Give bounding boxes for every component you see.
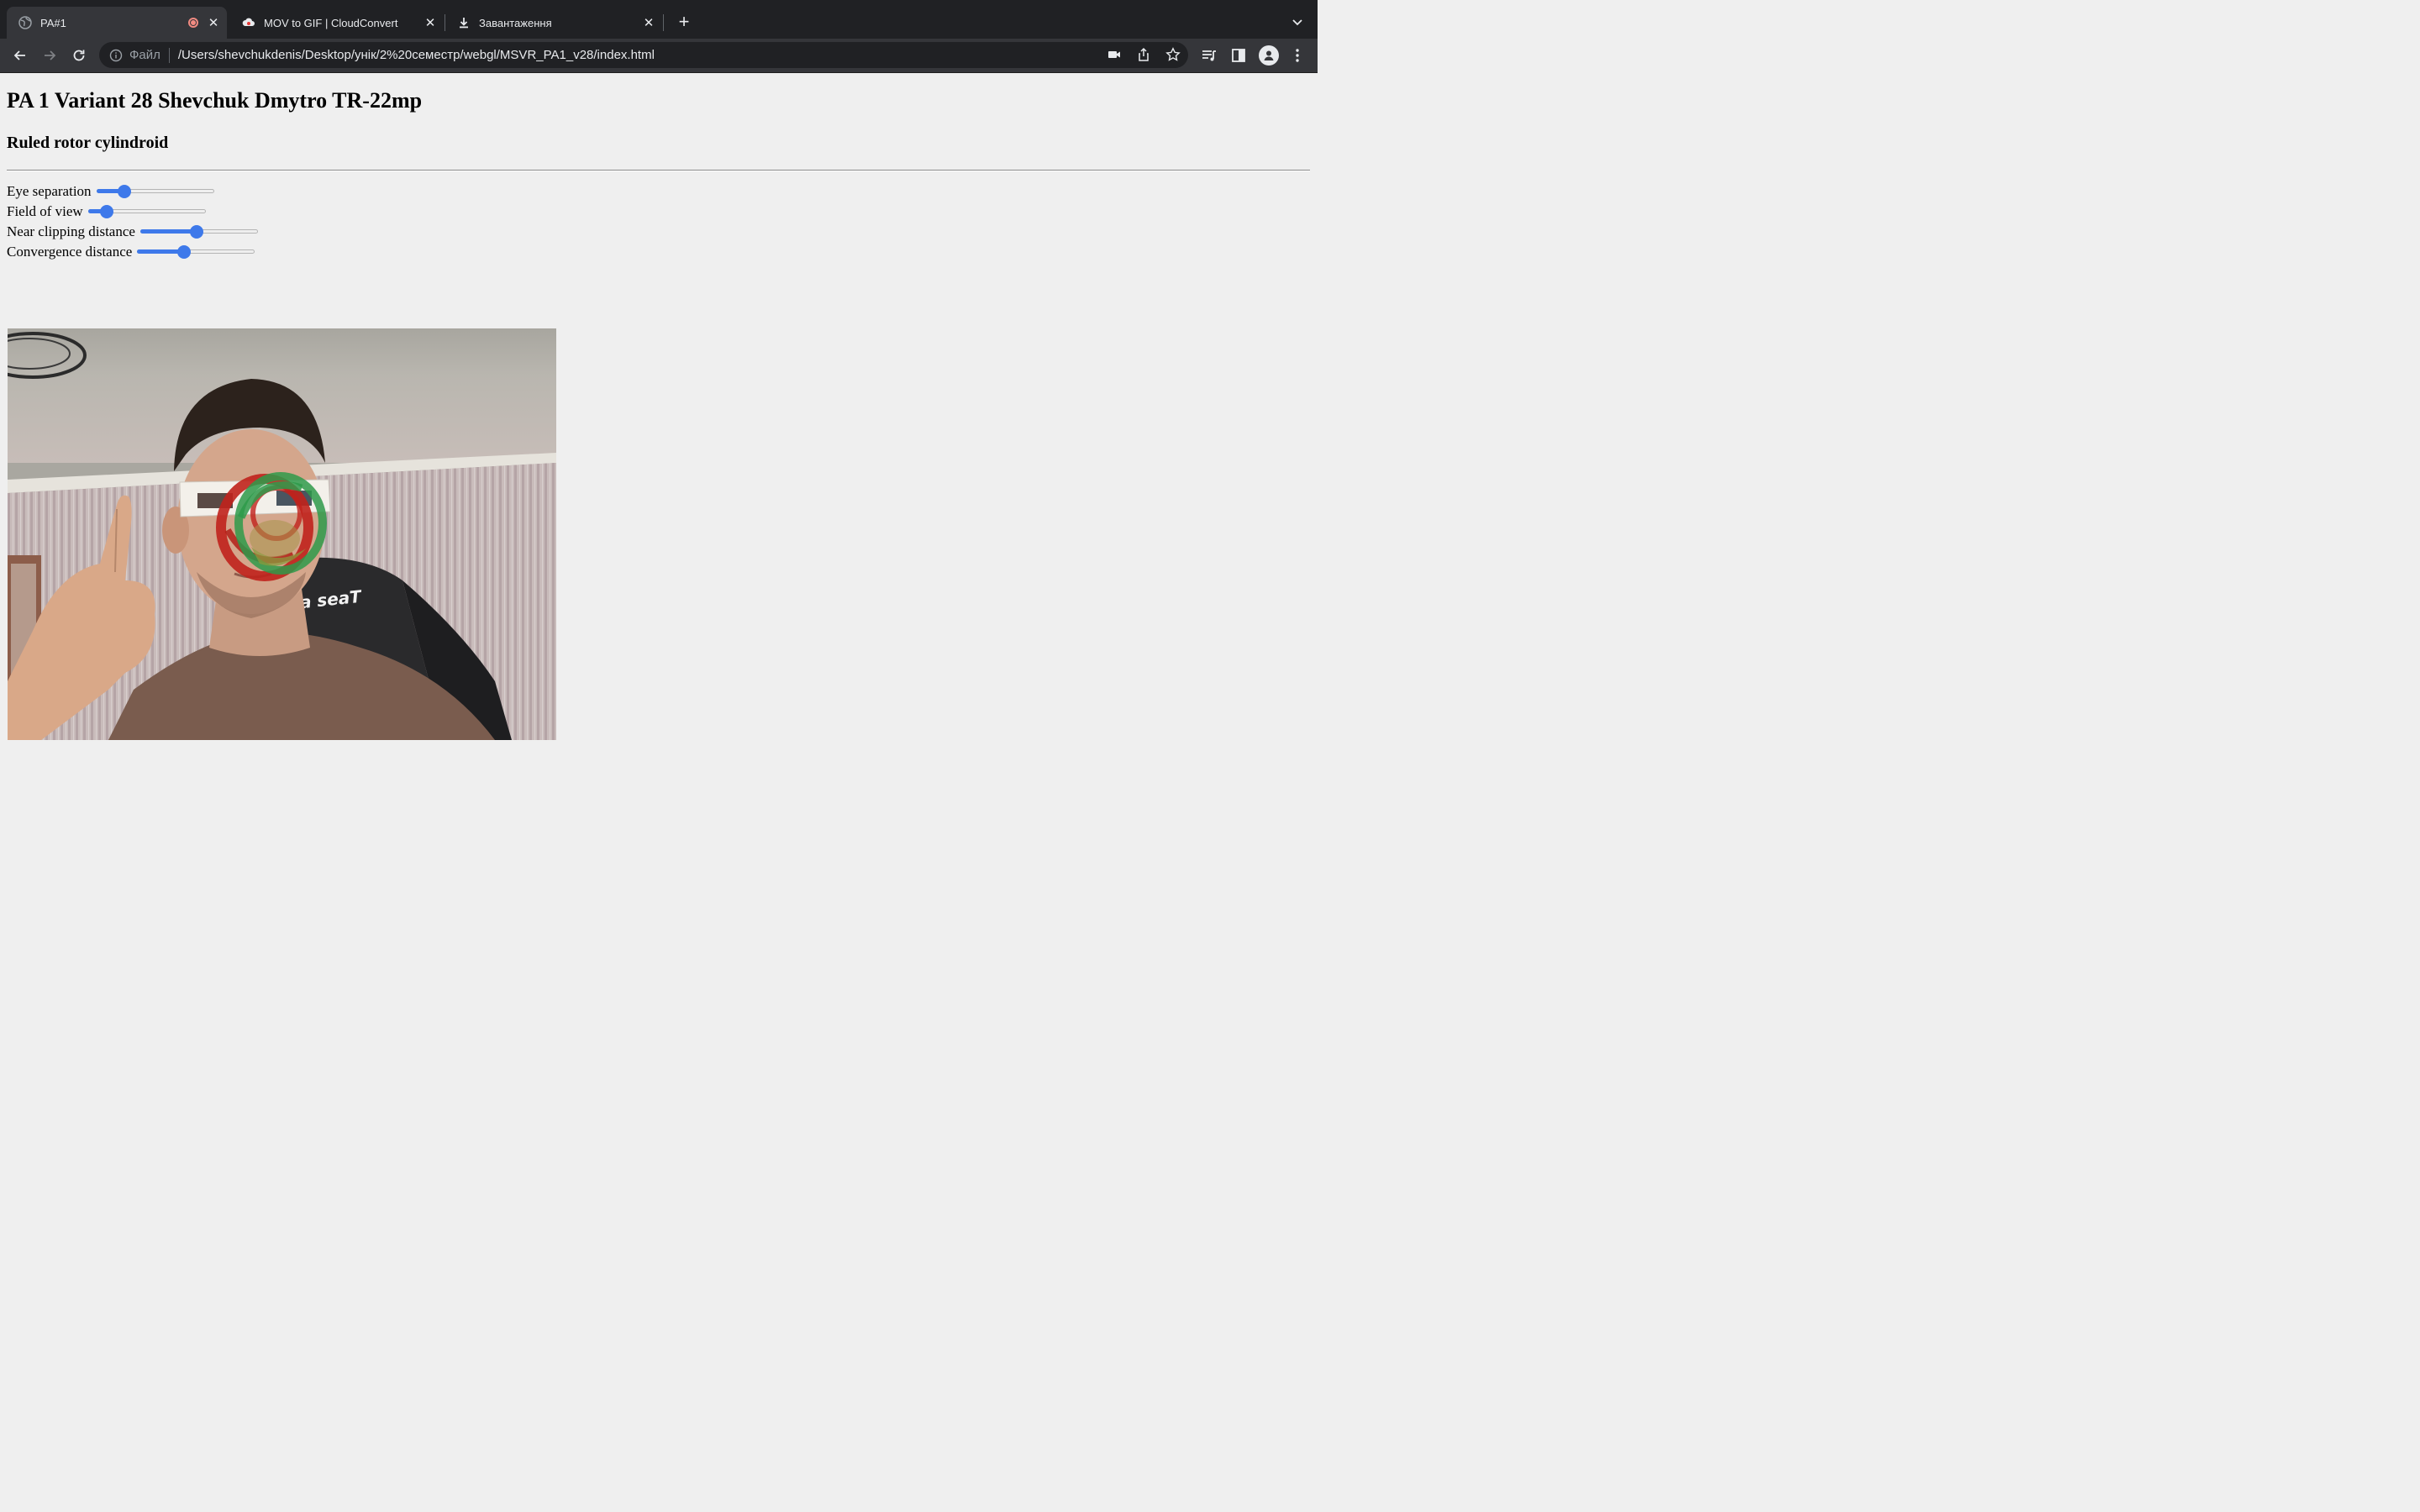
page-subtitle: Ruled rotor cylindroid <box>7 134 169 152</box>
webgl-canvas[interactable]: a seaT <box>8 328 556 740</box>
scheme-label: Файл <box>129 48 160 62</box>
eye-separation-control: Eye separation <box>7 181 214 202</box>
tab-title: PA#1 <box>40 16 66 29</box>
camera-in-use-icon[interactable] <box>1107 47 1122 62</box>
near-clipping-slider[interactable] <box>139 222 258 242</box>
share-icon[interactable] <box>1136 47 1151 62</box>
close-icon[interactable]: ✕ <box>642 16 655 30</box>
tab-downloads[interactable]: Завантаження ✕ <box>445 7 662 39</box>
eye-separation-slider[interactable] <box>96 181 214 202</box>
field-of-view-label: Field of view <box>7 203 83 219</box>
more-menu-icon[interactable] <box>1289 47 1306 64</box>
tab-title: MOV to GIF | CloudConvert <box>264 16 398 29</box>
download-icon <box>457 16 471 29</box>
profile-avatar-icon[interactable] <box>1259 45 1279 66</box>
near-clipping-label: Near clipping distance <box>7 223 135 239</box>
globe-icon <box>18 16 32 29</box>
forward-button[interactable] <box>39 45 60 66</box>
slider-thumb[interactable] <box>118 185 132 198</box>
eye-separation-label: Eye separation <box>7 183 92 199</box>
convergence-distance-label: Convergence distance <box>7 244 133 260</box>
horizontal-rule <box>7 170 1310 171</box>
url-text[interactable]: /Users/shevchukdenis/Desktop/унік/2%20се… <box>178 48 655 62</box>
tab-strip: PA#1 ✕ MOV to GIF | CloudConvert ✕ Заван… <box>0 0 1318 39</box>
field-of-view-slider[interactable] <box>87 202 206 222</box>
tab-cloudconvert[interactable]: MOV to GIF | CloudConvert ✕ <box>230 7 444 39</box>
slider-thumb[interactable] <box>177 245 192 259</box>
near-clipping-control: Near clipping distance <box>7 222 258 242</box>
media-controls-icon[interactable] <box>1201 47 1218 64</box>
cloud-icon <box>242 16 255 29</box>
address-bar[interactable]: Файл /Users/shevchukdenis/Desktop/унік/2… <box>99 42 1188 68</box>
tab-pa1[interactable]: PA#1 ✕ <box>7 7 227 39</box>
tab-separator <box>663 14 664 31</box>
page-title: PA 1 Variant 28 Shevchuk Dmytro TR-22mp <box>7 88 423 113</box>
field-of-view-control: Field of view <box>7 202 206 222</box>
tab-title: Завантаження <box>479 16 552 29</box>
slider-thumb[interactable] <box>190 225 204 239</box>
close-icon[interactable]: ✕ <box>424 16 437 30</box>
browser-toolbar: Файл /Users/shevchukdenis/Desktop/унік/2… <box>0 39 1318 73</box>
bookmark-star-icon[interactable] <box>1165 47 1181 62</box>
slider-fill <box>139 229 197 234</box>
convergence-distance-slider[interactable] <box>137 242 255 262</box>
webcam-scene: a seaT <box>8 328 556 740</box>
reload-button[interactable] <box>69 45 89 66</box>
info-icon[interactable] <box>109 49 123 62</box>
recording-indicator-icon <box>188 18 198 28</box>
close-icon[interactable]: ✕ <box>207 16 220 30</box>
omnibox-divider <box>168 47 170 63</box>
slider-thumb[interactable] <box>100 205 114 218</box>
side-panel-icon[interactable] <box>1230 47 1247 64</box>
new-tab-button[interactable]: + <box>675 13 693 31</box>
back-button[interactable] <box>10 45 30 66</box>
convergence-distance-control: Convergence distance <box>7 242 255 262</box>
tab-search-chevron-icon[interactable] <box>1289 13 1306 30</box>
face <box>177 429 325 614</box>
page-content: PA 1 Variant 28 Shevchuk Dmytro TR-22mp … <box>0 72 1318 823</box>
